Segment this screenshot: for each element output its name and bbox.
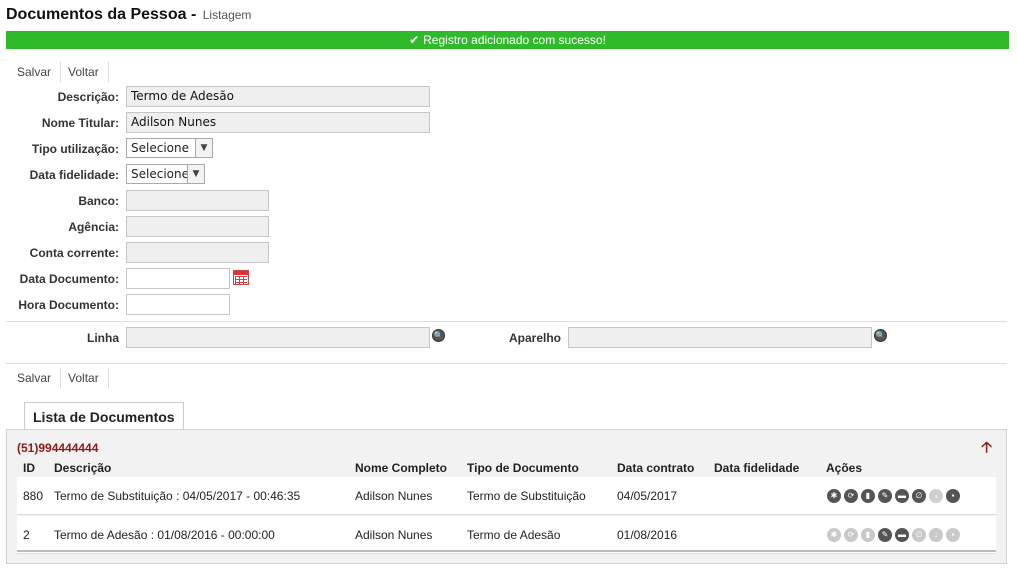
cell-descricao: Termo de Substituição : 04/05/2017 - 00:… <box>54 489 301 503</box>
cell-data-contrato: 01/08/2016 <box>617 528 678 542</box>
cell-tipo: Termo de Adesão <box>467 528 561 542</box>
data-fidelidade-label: Data fidelidade: <box>29 168 119 182</box>
save-button[interactable]: Salvar <box>10 368 62 388</box>
aparelho-field[interactable] <box>568 327 872 348</box>
download-icon[interactable]: ↓ <box>929 528 943 542</box>
nome-titular-label: Nome Titular: <box>41 116 119 130</box>
phone-number: (51)994444444 <box>17 441 99 455</box>
tipo-utilizacao-value: Selecione <box>131 141 189 155</box>
agencia-label: Agência: <box>68 220 119 234</box>
conta-corrente-field[interactable] <box>126 242 269 263</box>
nome-titular-field[interactable]: Adilson Nunes <box>126 112 430 133</box>
tab-lista-documentos[interactable]: Lista de Documentos <box>24 402 184 430</box>
gear-icon[interactable]: ✱ <box>827 489 841 503</box>
page-subtitle: Listagem <box>202 8 252 22</box>
success-message: Registro adicionado com sucesso! <box>423 33 606 47</box>
cell-tipo: Termo de Substituição <box>467 489 586 503</box>
print-icon[interactable]: ▬ <box>895 489 909 503</box>
data-fidelidade-select[interactable]: Selecione ▼ <box>126 164 205 184</box>
documents-panel: (51)994444444 🡡 ID Descrição Nome Comple… <box>6 429 1007 564</box>
download-icon[interactable]: ↓ <box>929 489 943 503</box>
cell-nome: Adilson Nunes <box>355 489 433 503</box>
back-button[interactable]: Voltar <box>61 62 109 82</box>
cell-id: 2 <box>23 528 30 542</box>
refresh-icon[interactable]: ⟳ <box>844 528 858 542</box>
edit-icon[interactable]: ✎ <box>878 489 892 503</box>
agencia-field[interactable] <box>126 216 269 237</box>
column-header-tipo: Tipo de Documento <box>467 461 579 475</box>
cell-descricao: Termo de Adesão : 01/08/2016 - 00:00:00 <box>54 528 275 542</box>
gear-icon[interactable]: ✱ <box>827 528 841 542</box>
search-icon[interactable]: 🔍 <box>432 329 445 342</box>
refresh-icon[interactable]: ⟳ <box>844 489 858 503</box>
tipo-utilizacao-label: Tipo utilização: <box>31 142 119 156</box>
divider <box>6 321 1007 322</box>
success-message-bar: ✔ Registro adicionado com sucesso! <box>6 31 1009 49</box>
descricao-field[interactable]: Termo de Adesão <box>126 86 430 107</box>
row-actions: ✱ ⟳ ▮ ✎ ▬ ∅ ↓ ▪ <box>827 489 960 503</box>
linha-label: Linha <box>87 331 119 345</box>
top-toolbar: Salvar Voltar <box>10 62 109 82</box>
arrow-up-icon[interactable]: 🡡 <box>981 437 992 462</box>
chevron-down-icon: ▼ <box>187 165 204 183</box>
conta-corrente-label: Conta corrente: <box>29 246 119 260</box>
banco-label: Banco: <box>78 194 119 208</box>
search-icon[interactable]: 🔍 <box>874 329 887 342</box>
column-header-acoes: Ações <box>826 461 863 475</box>
print-icon[interactable]: ▬ <box>895 528 909 542</box>
divider <box>6 363 1007 364</box>
column-header-id: ID <box>23 461 35 475</box>
page-title-text: Documentos da Pessoa - <box>6 6 197 23</box>
data-fidelidade-value: Selecione <box>131 167 189 181</box>
banco-field[interactable] <box>126 190 269 211</box>
hora-documento-label: Hora Documento: <box>18 298 119 312</box>
aparelho-label: Aparelho <box>509 331 562 345</box>
data-documento-field[interactable] <box>126 268 230 289</box>
lock-icon[interactable]: ▮ <box>861 489 875 503</box>
edit-icon[interactable]: ✎ <box>878 528 892 542</box>
attach-icon[interactable]: ∅ <box>912 528 926 542</box>
table-bottom-border <box>17 550 996 552</box>
attach-icon[interactable]: ∅ <box>912 489 926 503</box>
calendar-icon[interactable] <box>233 270 249 285</box>
save-button[interactable]: Salvar <box>10 62 62 82</box>
column-header-descricao: Descrição <box>54 461 112 475</box>
data-documento-label: Data Documento: <box>19 272 119 286</box>
cell-id: 880 <box>23 489 44 503</box>
table-row: 2 Termo de Adesão : 01/08/2016 - 00:00:0… <box>17 516 996 554</box>
cell-nome: Adilson Nunes <box>355 528 433 542</box>
row-actions: ✱ ⟳ ▮ ✎ ▬ ∅ ↓ ▪ <box>827 528 960 542</box>
table-row: 880 Termo de Substituição : 04/05/2017 -… <box>17 477 996 515</box>
descricao-label: Descrição: <box>57 90 119 104</box>
linha-field[interactable] <box>126 327 430 348</box>
lock-icon[interactable]: ▮ <box>861 528 875 542</box>
column-header-data-fidelidade: Data fidelidade <box>714 461 800 475</box>
back-button[interactable]: Voltar <box>61 368 109 388</box>
trash-icon[interactable]: ▪ <box>946 489 960 503</box>
column-header-nome: Nome Completo <box>355 461 448 475</box>
tipo-utilizacao-select[interactable]: Selecione ▼ <box>126 138 213 158</box>
bottom-toolbar: Salvar Voltar <box>10 368 109 388</box>
page-title: Documentos da Pessoa - Listagem <box>6 6 251 24</box>
trash-icon[interactable]: ▪ <box>946 528 960 542</box>
hora-documento-field[interactable] <box>126 294 230 315</box>
column-header-data-contrato: Data contrato <box>617 461 695 475</box>
check-icon: ✔ <box>409 33 420 47</box>
chevron-down-icon: ▼ <box>195 139 212 157</box>
cell-data-contrato: 04/05/2017 <box>617 489 678 503</box>
